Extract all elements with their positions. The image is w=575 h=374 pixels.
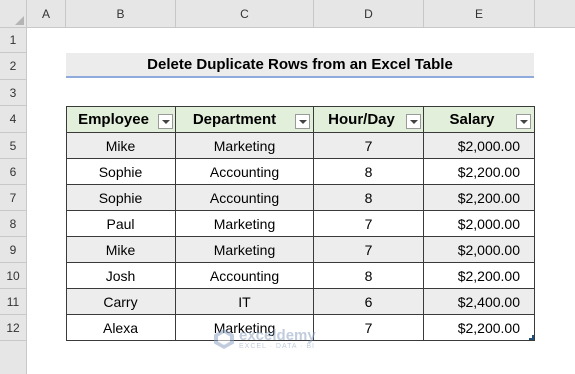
column-header-c[interactable]: C xyxy=(176,0,314,28)
table-cell[interactable]: $2,200.00 xyxy=(424,315,535,341)
table-cell[interactable]: IT xyxy=(176,289,314,315)
header-label: Employee xyxy=(78,110,149,128)
table-cell[interactable]: 7 xyxy=(314,237,424,263)
table-header-hour-day[interactable]: Hour/Day xyxy=(314,106,424,133)
header-label: Department xyxy=(192,110,277,128)
table-cell[interactable]: Accounting xyxy=(176,263,314,289)
table-header-employee[interactable]: Employee xyxy=(66,106,176,133)
table-cell[interactable]: Josh xyxy=(66,263,176,289)
row-header-10[interactable]: 10 xyxy=(0,263,27,289)
table-cell[interactable]: Accounting xyxy=(176,185,314,211)
filter-dropdown-button[interactable] xyxy=(406,114,421,129)
table-header-salary[interactable]: Salary xyxy=(424,106,535,133)
column-header-b[interactable]: B xyxy=(66,0,176,28)
table-cell[interactable]: $2,000.00 xyxy=(424,237,535,263)
select-all-button[interactable] xyxy=(0,0,27,28)
sheet-title[interactable]: Delete Duplicate Rows from an Excel Tabl… xyxy=(66,53,534,78)
row-header-1[interactable]: 1 xyxy=(0,28,27,53)
row-header-6[interactable]: 6 xyxy=(0,159,27,185)
row-header-11[interactable]: 11 xyxy=(0,289,27,315)
header-label: Hour/Day xyxy=(328,110,395,128)
table-cell[interactable]: Marketing xyxy=(176,211,314,237)
row-header-13[interactable] xyxy=(0,341,27,374)
table-cell[interactable]: Paul xyxy=(66,211,176,237)
exceldemy-watermark: exceldemy EXCEL · DATA · BI xyxy=(213,328,316,350)
table-cell[interactable]: Marketing xyxy=(176,237,314,263)
row-header-9[interactable]: 9 xyxy=(0,237,27,263)
column-header-d[interactable]: D xyxy=(314,0,424,28)
row-header-2[interactable]: 2 xyxy=(0,53,27,80)
table-cell[interactable]: 7 xyxy=(314,211,424,237)
row-header-5[interactable]: 5 xyxy=(0,133,27,159)
table-cell[interactable]: Mike xyxy=(66,133,176,159)
table-cell[interactable]: 8 xyxy=(314,263,424,289)
table-cell[interactable]: 7 xyxy=(314,315,424,341)
table-resize-handle[interactable] xyxy=(529,335,534,340)
row-header-12[interactable]: 12 xyxy=(0,315,27,341)
chevron-down-icon xyxy=(519,119,528,124)
table-cell[interactable]: Carry xyxy=(66,289,176,315)
watermark-name: exceldemy xyxy=(239,327,316,344)
table-cell[interactable]: Sophie xyxy=(66,185,176,211)
table-header-department[interactable]: Department xyxy=(176,106,314,133)
watermark-tagline: EXCEL · DATA · BI xyxy=(239,343,315,350)
table-cell[interactable]: Accounting xyxy=(176,159,314,185)
filter-dropdown-button[interactable] xyxy=(158,114,173,129)
table-cell[interactable]: Marketing xyxy=(176,133,314,159)
table-cell[interactable]: $2,200.00 xyxy=(424,263,535,289)
chevron-down-icon xyxy=(161,119,170,124)
select-all-triangle-icon xyxy=(15,16,24,25)
column-header-e[interactable]: E xyxy=(424,0,535,28)
table-cell[interactable]: 7 xyxy=(314,133,424,159)
row-header-3[interactable]: 3 xyxy=(0,80,27,106)
table-cell[interactable]: $2,400.00 xyxy=(424,289,535,315)
chevron-down-icon xyxy=(409,119,418,124)
table-cell[interactable]: $2,000.00 xyxy=(424,211,535,237)
filter-dropdown-button[interactable] xyxy=(516,114,531,129)
table-cell[interactable]: $2,000.00 xyxy=(424,133,535,159)
row-header-4[interactable]: 4 xyxy=(0,106,27,133)
row-header-8[interactable]: 8 xyxy=(0,211,27,237)
table-cell[interactable]: Sophie xyxy=(66,159,176,185)
column-header-f[interactable] xyxy=(535,0,575,28)
filter-dropdown-button[interactable] xyxy=(295,114,310,129)
column-header-a[interactable]: A xyxy=(27,0,66,28)
table-cell[interactable]: 6 xyxy=(314,289,424,315)
table-cell[interactable]: 8 xyxy=(314,185,424,211)
table-cell[interactable]: $2,200.00 xyxy=(424,185,535,211)
table-cell[interactable]: Alexa xyxy=(66,315,176,341)
header-label: Salary xyxy=(449,110,495,128)
table-cell[interactable]: 8 xyxy=(314,159,424,185)
spreadsheet-grid: A B C D E 1 2 3 4 5 6 7 8 9 10 11 12 Del… xyxy=(0,0,575,374)
exceldemy-logo-icon xyxy=(214,329,234,349)
table-cell[interactable]: Mike xyxy=(66,237,176,263)
table-cell[interactable]: $2,200.00 xyxy=(424,159,535,185)
row-header-7[interactable]: 7 xyxy=(0,185,27,211)
chevron-down-icon xyxy=(298,119,307,124)
